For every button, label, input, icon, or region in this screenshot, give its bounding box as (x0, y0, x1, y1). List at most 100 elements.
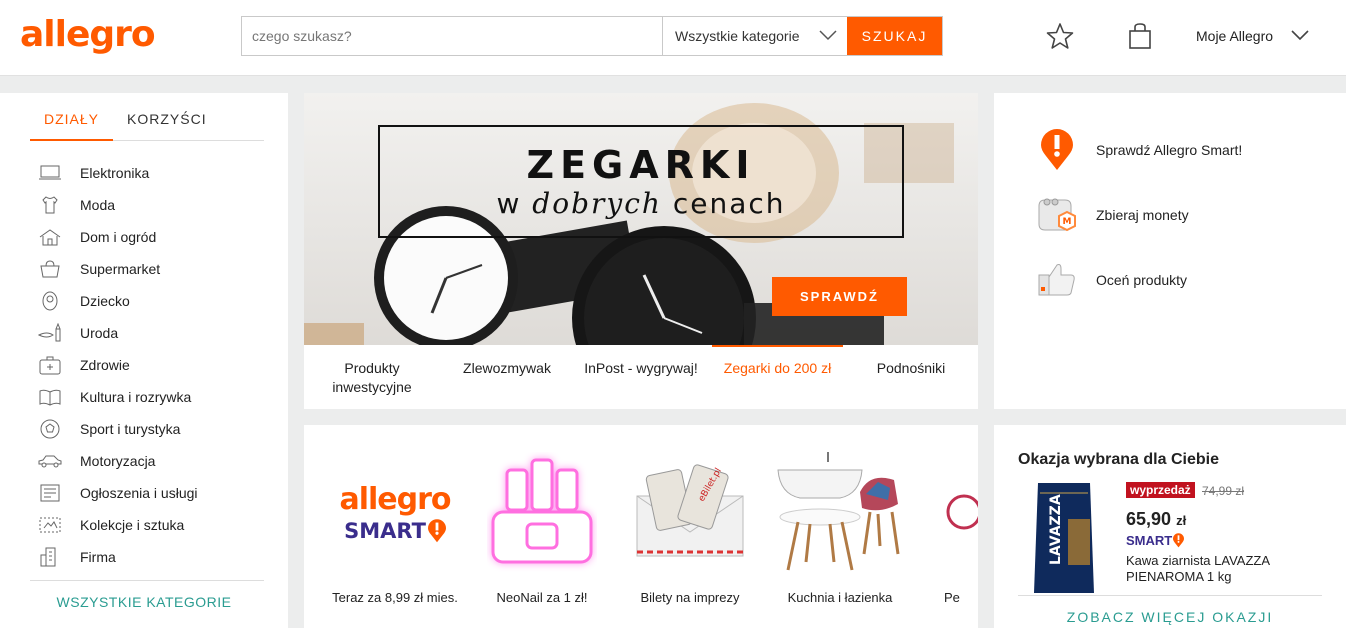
tile-label: NeoNail za 1 zł! (496, 590, 588, 605)
banner-tab-zlewozmywak[interactable]: Zlewozmywak (448, 345, 566, 409)
sidebar-item-label: Motoryzacja (80, 453, 156, 469)
product-title[interactable]: Kawa ziarnista LAVAZZA PIENAROMA 1 kg (1126, 553, 1276, 585)
sidebar-item-kolekcje[interactable]: Kolekcje i sztuka (36, 509, 198, 541)
tab-dzialy[interactable]: DZIAŁY (30, 93, 114, 141)
sidebar-item-ogloszenia[interactable]: Ogłoszenia i usługi (36, 477, 198, 509)
sidebar-item-uroda[interactable]: Uroda (36, 317, 198, 349)
divider (1018, 595, 1322, 596)
sidebar-item-label: Ogłoszenia i usługi (80, 485, 198, 501)
book-icon (36, 386, 64, 408)
laptop-icon (36, 162, 64, 184)
banner-subtitle-start: w (496, 187, 522, 220)
tile-partial[interactable]: Pe (914, 425, 978, 628)
sale-badge: wyprzedaż (1126, 482, 1195, 498)
sidebar-tabs: DZIAŁY KORZYŚCI (30, 93, 264, 141)
banner-subtitle: w dobrych cenach (380, 187, 902, 220)
shopping-bag-icon[interactable] (1128, 22, 1152, 50)
board-icon (36, 482, 64, 504)
sidebar-item-zdrowie[interactable]: Zdrowie (36, 349, 198, 381)
smart-label: SMART (1126, 533, 1173, 548)
sidebar-item-moda[interactable]: Moda (36, 189, 198, 221)
smart-logo-text: SMART (344, 518, 426, 543)
benefits-panel: Sprawdź Allegro Smart! M Zbieraj monety … (994, 93, 1346, 409)
banner-tabs: Produkty inwestycyjne Zlewozmywak InPost… (304, 345, 978, 409)
svg-text:M: M (1063, 217, 1072, 227)
category-select[interactable]: Wszystkie kategorie (662, 17, 847, 55)
sidebar-item-label: Supermarket (80, 261, 161, 277)
category-list: Elektronika Moda Dom i ogród Supermarket… (36, 157, 198, 573)
search-bar: Wszystkie kategorie SZUKAJ (241, 16, 943, 56)
promo-label: Sprawdź Allegro Smart! (1096, 142, 1243, 158)
sidebar-item-motoryzacja[interactable]: Motoryzacja (36, 445, 198, 477)
sidebar-item-kultura[interactable]: Kultura i rozrywka (36, 381, 198, 413)
sidebar-item-firma[interactable]: Firma (36, 541, 198, 573)
bathtub-chairs-icon (765, 447, 915, 577)
banner-tab-zegarki[interactable]: Zegarki do 200 zł (712, 345, 843, 409)
star-icon[interactable] (1046, 22, 1074, 50)
sidebar-item-label: Zdrowie (80, 357, 130, 373)
top-header: allegro Wszystkie kategorie SZUKAJ Moje … (0, 0, 1346, 76)
smart-badge: SMART (1126, 533, 1185, 548)
promo-smart[interactable]: Sprawdź Allegro Smart! (1034, 127, 1242, 173)
stamp-icon (36, 514, 64, 536)
category-select-label: Wszystkie kategorie (675, 28, 800, 44)
smart-logo: SMART (339, 519, 450, 543)
tile-label: Bilety na imprezy (640, 590, 740, 605)
coffee-package-image[interactable]: LAVAZZA (1032, 479, 1096, 597)
sidebar-item-label: Dziecko (80, 293, 130, 309)
sidebar-item-label: Elektronika (80, 165, 150, 181)
car-icon (36, 450, 64, 472)
promo-label: Zbieraj monety (1096, 207, 1189, 223)
account-menu-label[interactable]: Moje Allegro (1196, 28, 1273, 44)
thumbs-up-icon (1034, 257, 1080, 303)
coin-purse-icon: M (1034, 192, 1080, 238)
banner-carousel: ZEGARKI w dobrych cenach SPRAWDŹ Produkt… (304, 93, 978, 409)
tile-allegro-smart[interactable]: allegro SMART Teraz za 8,99 zł mies. (320, 425, 470, 628)
price-currency: zł (1176, 513, 1187, 528)
promo-coins[interactable]: M Zbieraj monety (1034, 192, 1189, 238)
all-categories-link[interactable]: WSZYSTKIE KATEGORIE (0, 594, 288, 610)
tickets-icon: eBilet.pl (615, 447, 765, 577)
tile-label: Teraz za 8,99 zł mies. (332, 590, 458, 605)
search-button[interactable]: SZUKAJ (847, 17, 942, 55)
tile-kuchnia[interactable]: Kuchnia i łazienka (765, 425, 915, 628)
sidebar-item-label: Kultura i rozrywka (80, 389, 192, 405)
sidebar-item-label: Sport i turystyka (80, 421, 181, 437)
building-icon (36, 546, 64, 568)
promo-tiles: allegro SMART Teraz za 8,99 zł mies. Neo… (304, 425, 978, 628)
sidebar-item-elektronika[interactable]: Elektronika (36, 157, 198, 189)
tile-bilety[interactable]: eBilet.pl Bilety na imprezy (615, 425, 765, 628)
sidebar-item-label: Kolekcje i sztuka (80, 517, 185, 533)
more-deals-link[interactable]: ZOBACZ WIĘCEJ OKAZJI (994, 609, 1346, 625)
banner-image[interactable]: ZEGARKI w dobrych cenach SPRAWDŹ (304, 93, 978, 345)
banner-tab-inpost[interactable]: InPost - wygrywaj! (576, 345, 706, 409)
house-icon (36, 226, 64, 248)
sidebar-item-dom[interactable]: Dom i ogród (36, 221, 198, 253)
banner-tab-produkty[interactable]: Produkty inwestycyjne (318, 345, 426, 409)
deal-of-the-day: Okazja wybrana dla Ciebie LAVAZZA wyprze… (994, 425, 1346, 628)
sidebar-item-supermarket[interactable]: Supermarket (36, 253, 198, 285)
nail-polish-icon (467, 447, 617, 577)
chevron-down-icon (819, 30, 837, 41)
partial-tile-image (914, 447, 978, 577)
basket-icon (36, 258, 64, 280)
promo-rate[interactable]: Oceń produkty (1034, 257, 1187, 303)
package-brand: LAVAZZA (1048, 494, 1064, 565)
deal-title: Okazja wybrana dla Ciebie (1018, 451, 1219, 468)
baby-icon (36, 290, 64, 312)
tab-korzysci[interactable]: KORZYŚCI (113, 93, 221, 141)
tile-neonail[interactable]: NeoNail za 1 zł! (467, 425, 617, 628)
smart-logo-allegro: allegro (339, 481, 451, 517)
shirt-icon (36, 194, 64, 216)
allegro-logo[interactable]: allegro (20, 14, 156, 55)
search-input[interactable] (242, 17, 662, 55)
banner-cta-button[interactable]: SPRAWDŹ (772, 277, 907, 316)
alert-pin-icon (427, 518, 446, 542)
sidebar-item-dziecko[interactable]: Dziecko (36, 285, 198, 317)
banner-title: ZEGARKI (526, 143, 756, 187)
alert-pin-icon (1173, 533, 1185, 548)
sidebar-item-sport[interactable]: Sport i turystyka (36, 413, 198, 445)
chevron-down-icon[interactable] (1290, 28, 1310, 42)
banner-tab-podnosniki[interactable]: Podnośniki (860, 345, 962, 409)
ball-icon (36, 418, 64, 440)
